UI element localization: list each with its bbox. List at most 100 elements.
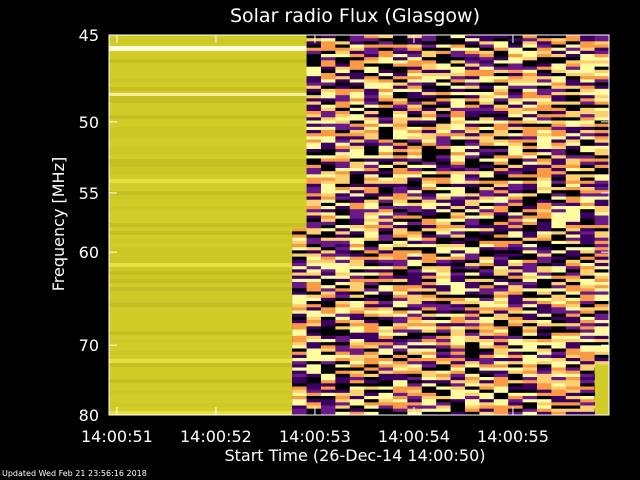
noise-cell xyxy=(349,218,365,223)
noise-cell xyxy=(349,174,365,178)
noise-cell xyxy=(450,259,466,264)
noise-cell xyxy=(392,168,408,172)
noise-cell xyxy=(436,348,451,353)
noise-cell xyxy=(407,50,423,55)
noise-cell xyxy=(335,206,351,210)
noise-cell xyxy=(292,282,307,286)
noise-cell xyxy=(464,202,480,207)
noise-cell xyxy=(436,297,451,302)
noise-cell xyxy=(551,120,567,125)
noise-cell xyxy=(464,41,480,45)
noise-cell xyxy=(306,168,322,172)
noise-cell xyxy=(421,142,437,147)
saturated-band xyxy=(109,231,293,236)
noise-cell xyxy=(436,380,451,384)
saturated-band xyxy=(109,331,293,336)
noise-cell xyxy=(479,164,495,169)
noise-cell xyxy=(479,104,495,109)
noise-cell xyxy=(407,85,423,90)
noise-cell xyxy=(551,161,567,166)
noise-cell xyxy=(407,320,423,324)
noise-cell xyxy=(464,155,480,159)
noise-cell xyxy=(392,101,408,106)
noise-cell xyxy=(551,35,567,39)
noise-cell xyxy=(551,190,567,194)
noise-cell xyxy=(292,348,307,353)
noise-cell xyxy=(349,386,365,391)
noise-cell xyxy=(551,373,567,378)
noise-cell xyxy=(522,79,538,83)
noise-cell xyxy=(580,256,595,261)
noise-cell xyxy=(565,206,581,210)
noise-cell xyxy=(508,256,523,261)
noise-cell xyxy=(436,101,451,106)
noise-cell xyxy=(580,288,595,292)
noise-cell xyxy=(450,269,466,273)
noise-cell xyxy=(493,130,509,134)
noise-cell xyxy=(522,244,538,248)
noise-cell xyxy=(551,218,567,223)
noise-cell xyxy=(565,348,581,353)
noise-cell xyxy=(464,269,480,273)
noise-cell xyxy=(536,266,552,270)
noise-cell xyxy=(378,361,394,365)
noise-cell xyxy=(378,130,394,134)
noise-cell xyxy=(320,79,336,83)
noise-cell xyxy=(335,294,351,299)
noise-cell xyxy=(522,202,538,207)
noise-cell xyxy=(320,82,336,87)
noise-cell xyxy=(436,215,451,220)
noise-cell xyxy=(508,139,523,144)
noise-cell xyxy=(565,316,581,321)
noise-cell xyxy=(536,158,552,163)
noise-cell xyxy=(565,149,581,153)
noise-cell xyxy=(551,92,567,96)
noise-cell xyxy=(421,364,437,368)
noise-cell xyxy=(450,266,466,270)
noise-cell xyxy=(493,244,509,248)
noise-cell xyxy=(364,329,379,334)
noise-cell xyxy=(464,323,480,327)
noise-cell xyxy=(464,345,480,349)
noise-cell xyxy=(306,161,322,166)
noise-cell xyxy=(479,95,495,99)
noise-cell xyxy=(464,174,480,178)
noise-cell xyxy=(421,354,437,359)
noise-cell xyxy=(536,244,552,248)
noise-cell xyxy=(392,244,408,248)
noise-cell xyxy=(407,231,423,235)
noise-cell xyxy=(349,82,365,87)
noise-cell xyxy=(306,60,322,64)
noise-cell xyxy=(378,354,394,359)
noise-cell xyxy=(479,231,495,235)
noise-cell xyxy=(464,114,480,118)
noise-cell xyxy=(580,335,595,340)
noise-cell xyxy=(349,142,365,147)
noise-cell xyxy=(392,237,408,242)
noise-cell xyxy=(479,383,495,387)
noise-cell xyxy=(464,225,480,229)
noise-cell xyxy=(407,54,423,58)
noise-cell xyxy=(565,288,581,292)
noise-cell xyxy=(392,408,408,413)
noise-cell xyxy=(320,66,336,71)
saturated-band xyxy=(109,39,315,44)
noise-cell xyxy=(436,35,451,39)
noise-cell xyxy=(436,152,451,156)
noise-cell xyxy=(335,136,351,140)
noise-cell xyxy=(421,145,437,150)
noise-cell xyxy=(479,313,495,318)
noise-cell xyxy=(306,316,322,321)
noise-cell xyxy=(306,177,322,182)
noise-cell xyxy=(364,313,379,318)
noise-cell xyxy=(364,199,379,204)
noise-cell xyxy=(436,234,451,239)
noise-cell xyxy=(421,79,437,83)
noise-cell xyxy=(392,190,408,194)
noise-cell xyxy=(594,142,610,147)
noise-cell xyxy=(335,405,351,410)
noise-cell xyxy=(392,79,408,83)
noise-cell xyxy=(436,361,451,365)
noise-cell xyxy=(407,199,423,204)
noise-cell xyxy=(594,88,610,93)
